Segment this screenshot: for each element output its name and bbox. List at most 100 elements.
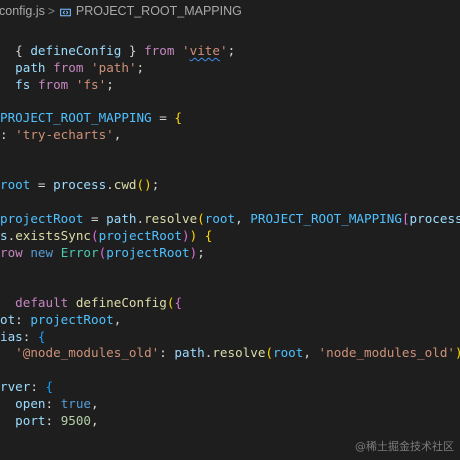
- code-token: projectRoot: [98, 227, 183, 243]
- code-editor[interactable]: config.js > PROJECT_ROOT_MAPPING { defin…: [0, 0, 460, 460]
- code-token: ;: [197, 244, 205, 260]
- code-token: (: [197, 210, 205, 226]
- code-token: :: [22, 328, 38, 344]
- code-line: ​: [0, 93, 460, 110]
- code-token: ): [455, 345, 460, 360]
- code-token: (: [91, 227, 99, 243]
- code-token: }: [121, 43, 145, 58]
- code-token: Error: [60, 244, 99, 260]
- code-line: ​: [0, 194, 460, 211]
- code-line: '@node_modules_old': path.resolve(root, …: [0, 345, 460, 362]
- code-line: ​: [0, 362, 460, 379]
- code-token: [: [401, 210, 410, 226]
- code-token: port: [15, 412, 46, 428]
- watermark: @稀土掘金技术社区: [355, 440, 454, 453]
- code-token: resolve: [144, 210, 198, 226]
- code-token: :: [30, 378, 46, 394]
- code-token: {: [37, 328, 46, 344]
- code-token: existsSync: [15, 227, 92, 243]
- code-token: {: [174, 294, 183, 310]
- code-line: row new Error(projectRoot);: [0, 245, 460, 262]
- code-token: root: [0, 177, 31, 193]
- code-line: : 'try-echarts',: [0, 127, 460, 144]
- code-token: 'path': [91, 59, 137, 75]
- code-token: =: [83, 210, 107, 226]
- code-line: s.existsSync(projectRoot)) {: [0, 228, 460, 245]
- code-token: resolve: [212, 345, 266, 361]
- code-token: from: [37, 76, 69, 92]
- code-token: ,: [235, 210, 251, 226]
- code-token: 'try-echarts': [15, 126, 114, 142]
- code-line: root = process.cwd();: [0, 177, 460, 194]
- code-token: PROJECT_ROOT_MAPPING: [250, 210, 402, 226]
- code-token: path: [174, 345, 205, 361]
- code-token: ;: [227, 43, 236, 58]
- code-line: ​: [0, 261, 460, 278]
- code-token: defineConfig: [30, 43, 122, 58]
- code-token: :: [15, 311, 31, 327]
- code-token: vite: [189, 43, 220, 58]
- code-token: ': [219, 43, 228, 58]
- code-token: ,: [91, 412, 99, 428]
- breadcrumb-symbol[interactable]: PROJECT_ROOT_MAPPING: [76, 4, 242, 18]
- code-line: path from 'path';: [0, 60, 460, 77]
- code-token: projectRoot: [106, 244, 190, 260]
- code-token: root: [273, 345, 304, 361]
- code-token: (): [136, 177, 152, 193]
- code-token: PROJECT_ROOT_MAPPING: [0, 110, 152, 126]
- code-token: true: [60, 395, 92, 411]
- code-token: (: [265, 345, 274, 361]
- code-line: PROJECT_ROOT_MAPPING = {: [0, 110, 460, 127]
- code-token: projectRoot: [30, 311, 114, 327]
- code-token: ias: [0, 328, 23, 344]
- code-line: ot: projectRoot,: [0, 312, 460, 329]
- code-token: ;: [151, 177, 160, 193]
- code-token: defineConfig: [75, 294, 167, 310]
- code-token: .: [106, 177, 114, 193]
- code-token: fs: [15, 76, 31, 92]
- code-token: :: [0, 126, 16, 142]
- code-token: 'node_modules_old': [318, 345, 456, 361]
- code-token: projectRoot: [0, 210, 84, 226]
- code-token: ): [182, 227, 190, 243]
- code-token: process: [53, 177, 107, 193]
- code-area[interactable]: { defineConfig } from 'vite'; path from …: [0, 43, 460, 429]
- code-line: ​: [0, 144, 460, 161]
- code-token: .: [136, 210, 145, 226]
- code-token: {: [204, 227, 213, 243]
- code-token: cwd: [113, 177, 137, 193]
- code-token: s: [0, 227, 8, 243]
- code-token: path: [106, 210, 137, 226]
- code-line: default defineConfig({: [0, 295, 460, 312]
- code-token: ;: [106, 76, 114, 92]
- code-line: ​: [0, 161, 460, 178]
- symbol-variable-icon: [59, 6, 72, 19]
- code-line: { defineConfig } from 'vite';: [0, 43, 460, 60]
- code-token: row: [0, 244, 23, 260]
- code-token: ,: [113, 311, 122, 327]
- code-token: =: [30, 177, 54, 193]
- code-line: projectRoot = path.resolve(root, PROJECT…: [0, 211, 460, 228]
- code-line: ​: [0, 278, 460, 295]
- code-token: {: [45, 378, 54, 394]
- code-token: process: [409, 210, 460, 226]
- breadcrumb-file[interactable]: config.js: [0, 4, 45, 18]
- code-token: :: [45, 412, 61, 428]
- code-token: rver: [0, 378, 31, 394]
- code-line: open: true,: [0, 396, 460, 413]
- code-token: {: [0, 43, 31, 58]
- code-token: :: [45, 395, 61, 411]
- code-token: new: [30, 244, 54, 260]
- code-token: ;: [136, 59, 145, 75]
- code-line: ias: {: [0, 329, 460, 346]
